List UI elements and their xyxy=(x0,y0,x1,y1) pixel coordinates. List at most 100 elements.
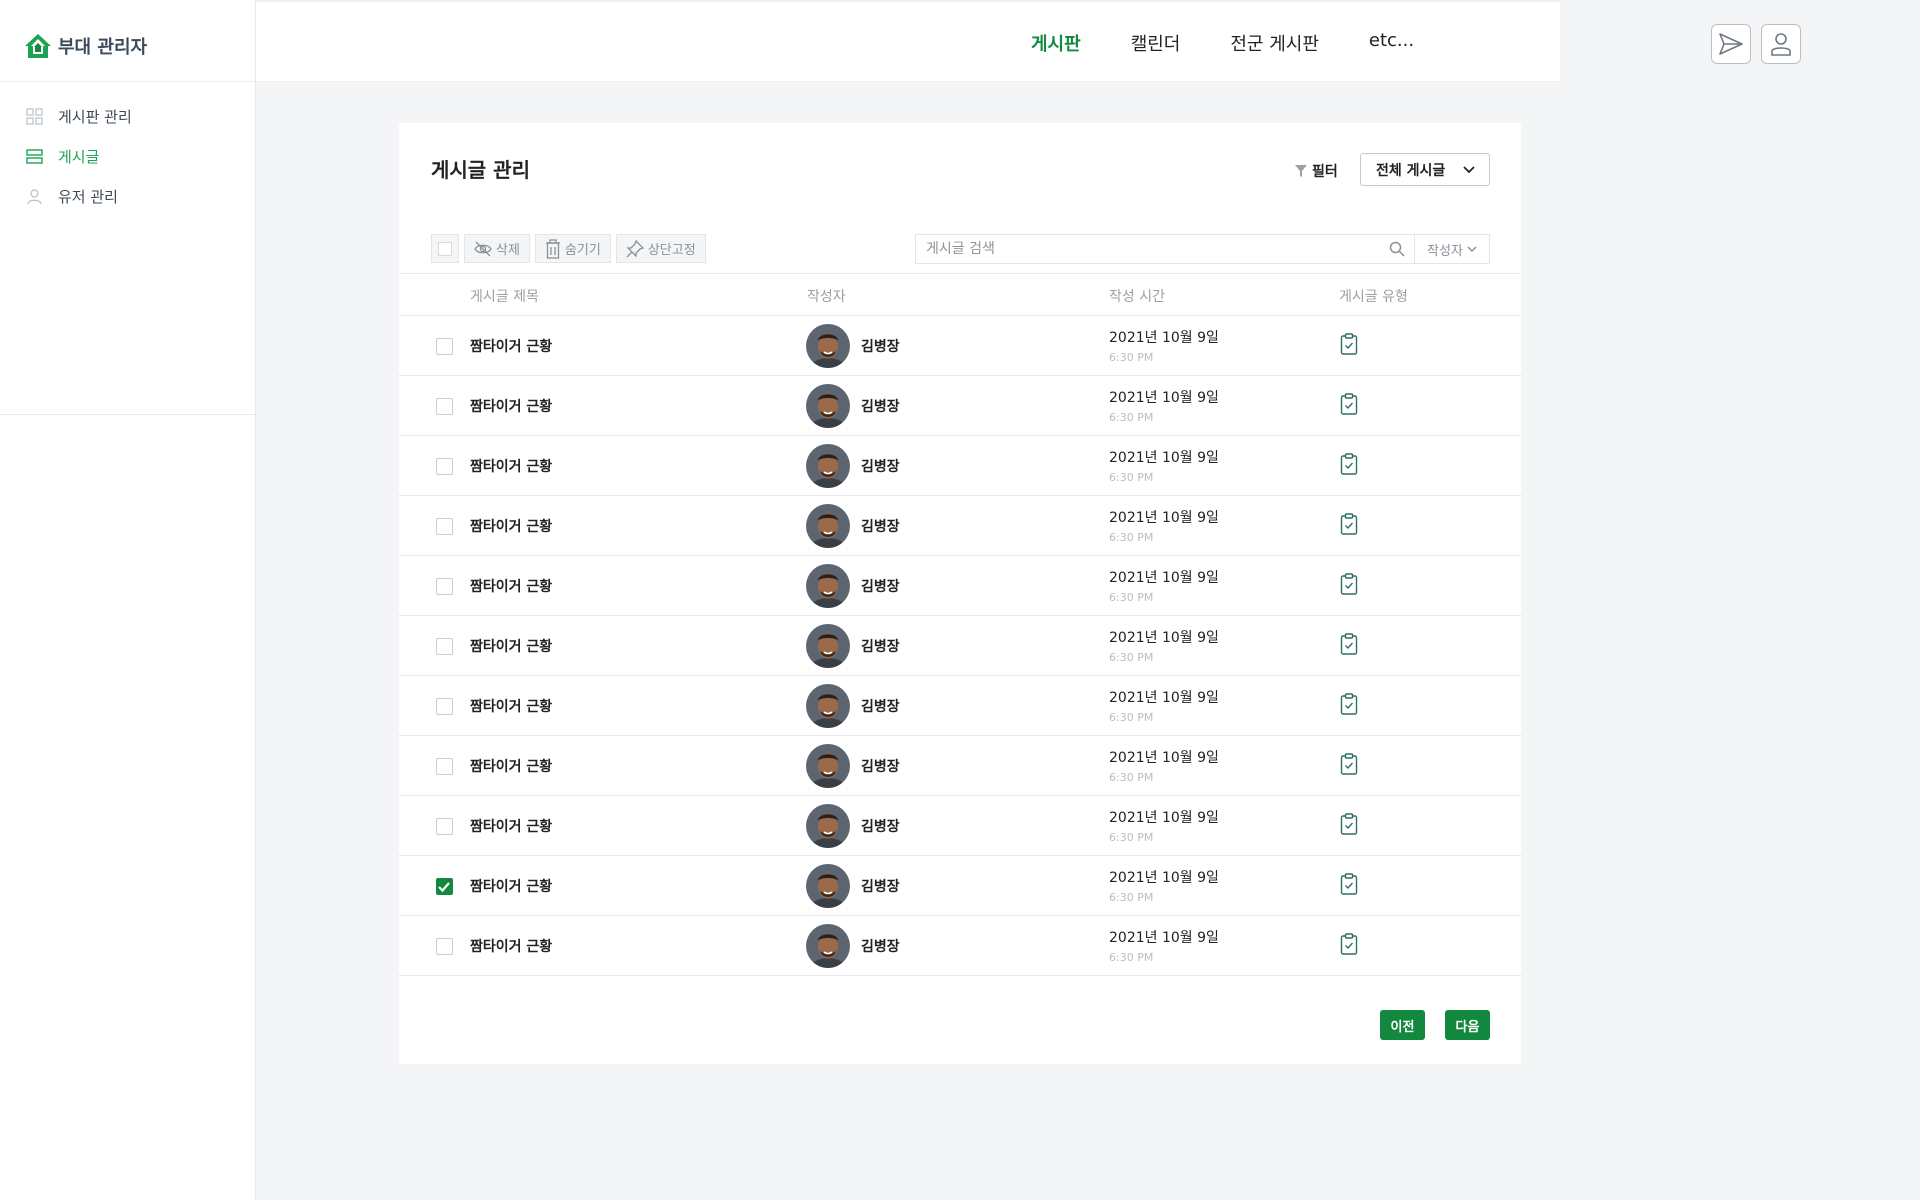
table-row[interactable]: 짬타이거 근황 김병장 2021년 10월 9일 6:30 PM xyxy=(399,916,1521,976)
table-row[interactable]: 짬타이거 근황 김병장 2021년 10월 9일 6:30 PM xyxy=(399,316,1521,376)
pin-icon xyxy=(626,239,644,258)
table-row[interactable]: 짬타이거 근황 김병장 2021년 10월 9일 6:30 PM xyxy=(399,556,1521,616)
post-author: 김병장 xyxy=(861,519,900,535)
search-input[interactable] xyxy=(916,235,1379,263)
check-icon xyxy=(438,882,450,893)
brand-logo[interactable]: 부대 관리자 xyxy=(24,33,147,59)
sidebar-item-posts[interactable]: 게시글 xyxy=(0,136,256,176)
column-header-type[interactable]: 게시글 유형 xyxy=(1339,286,1408,306)
post-search: 작성자 xyxy=(915,234,1490,264)
hide-label: 숨기기 xyxy=(564,243,601,258)
post-type-clipboard-icon xyxy=(1340,753,1358,779)
column-header-author[interactable]: 작성자 xyxy=(807,286,846,306)
next-page-button[interactable]: 다음 xyxy=(1445,1010,1490,1040)
post-title[interactable]: 짬타이거 근황 xyxy=(470,696,552,716)
post-title[interactable]: 짬타이거 근황 xyxy=(470,576,552,596)
avatar xyxy=(806,384,850,428)
table-row[interactable]: 짬타이거 근황 김병장 2021년 10월 9일 6:30 PM xyxy=(399,796,1521,856)
post-author: 김병장 xyxy=(861,819,900,835)
post-date: 2021년 10월 9일 xyxy=(1109,330,1219,346)
column-header-title[interactable]: 게시글 제목 xyxy=(470,286,539,306)
row-checkbox[interactable] xyxy=(436,698,453,715)
post-title[interactable]: 짬타이거 근황 xyxy=(470,636,552,656)
post-type-clipboard-icon xyxy=(1340,813,1358,839)
row-checkbox[interactable] xyxy=(436,338,453,355)
filter-button[interactable]: 필터 xyxy=(1295,161,1338,181)
main-nav: 게시판 캘린더 전군 게시판 etc... xyxy=(1031,30,1464,56)
post-author: 김병장 xyxy=(861,759,900,775)
table-row[interactable]: 짬타이거 근황 김병장 2021년 10월 9일 6:30 PM xyxy=(399,676,1521,736)
avatar xyxy=(806,744,850,788)
post-title[interactable]: 짬타이거 근황 xyxy=(470,396,552,416)
post-date: 2021년 10월 9일 xyxy=(1109,810,1219,826)
row-checkbox[interactable] xyxy=(436,758,453,775)
avatar xyxy=(806,624,850,668)
sidebar-item-user-management[interactable]: 유저 관리 xyxy=(0,176,256,216)
pin-label: 상단고정 xyxy=(647,243,696,258)
prev-page-button[interactable]: 이전 xyxy=(1380,1010,1425,1040)
chevron-down-icon xyxy=(1467,245,1477,252)
filter-label: 필터 xyxy=(1312,164,1338,180)
post-filter-select[interactable]: 전체 게시글 xyxy=(1360,153,1490,186)
post-time: 6:30 PM xyxy=(1109,831,1154,844)
search-author-select[interactable]: 작성자 xyxy=(1415,235,1489,263)
house-icon xyxy=(25,34,51,58)
table-row[interactable]: 짬타이거 근황 김병장 2021년 10월 9일 6:30 PM xyxy=(399,616,1521,676)
post-time: 6:30 PM xyxy=(1109,771,1154,784)
table-row[interactable]: 짬타이거 근황 김병장 2021년 10월 9일 6:30 PM xyxy=(399,436,1521,496)
nav-tab-all-army-board[interactable]: 전군 게시판 xyxy=(1230,30,1319,56)
row-checkbox[interactable] xyxy=(436,938,453,955)
row-checkbox[interactable] xyxy=(436,458,453,475)
post-title[interactable]: 짬타이거 근황 xyxy=(470,876,552,896)
post-type-clipboard-icon xyxy=(1340,453,1358,479)
post-author: 김병장 xyxy=(861,579,900,595)
top-actions xyxy=(1711,24,1801,64)
post-title[interactable]: 짬타이거 근황 xyxy=(470,936,552,956)
profile-button[interactable] xyxy=(1761,24,1801,64)
post-time: 6:30 PM xyxy=(1109,531,1154,544)
nav-tab-board[interactable]: 게시판 xyxy=(1031,30,1081,56)
row-checkbox[interactable] xyxy=(436,878,453,895)
row-checkbox[interactable] xyxy=(436,398,453,415)
table-row[interactable]: 짬타이거 근황 김병장 2021년 10월 9일 6:30 PM xyxy=(399,856,1521,916)
delete-button[interactable]: 삭제 xyxy=(464,234,530,263)
table-row[interactable]: 짬타이거 근황 김병장 2021년 10월 9일 6:30 PM xyxy=(399,496,1521,556)
post-title[interactable]: 짬타이거 근황 xyxy=(470,516,552,536)
sidebar-item-label: 유저 관리 xyxy=(58,187,118,206)
sidebar-nav: 게시판 관리 게시글 유저 관리 xyxy=(0,96,256,216)
row-checkbox[interactable] xyxy=(436,578,453,595)
post-date: 2021년 10월 9일 xyxy=(1109,570,1219,586)
table-row[interactable]: 짬타이거 근황 김병장 2021년 10월 9일 6:30 PM xyxy=(399,736,1521,796)
pin-to-top-button[interactable]: 상단고정 xyxy=(615,234,706,263)
post-time: 6:30 PM xyxy=(1109,471,1154,484)
post-title[interactable]: 짬타이거 근황 xyxy=(470,816,552,836)
row-checkbox[interactable] xyxy=(436,818,453,835)
post-author: 김병장 xyxy=(861,459,900,475)
nav-tab-calendar[interactable]: 캘린더 xyxy=(1131,30,1181,56)
post-title[interactable]: 짬타이거 근황 xyxy=(470,456,552,476)
page-title: 게시글 관리 xyxy=(431,158,530,182)
sidebar-item-label: 게시판 관리 xyxy=(58,107,132,126)
post-type-clipboard-icon xyxy=(1340,393,1358,419)
post-author: 김병장 xyxy=(861,699,900,715)
table-row[interactable]: 짬타이거 근황 김병장 2021년 10월 9일 6:30 PM xyxy=(399,376,1521,436)
post-type-clipboard-icon xyxy=(1340,693,1358,719)
row-checkbox[interactable] xyxy=(436,518,453,535)
top-navigation-bar: 게시판 캘린더 전군 게시판 etc... xyxy=(256,0,1801,82)
nav-tab-etc[interactable]: etc... xyxy=(1369,30,1414,56)
sidebar-top-divider xyxy=(0,81,256,82)
post-date: 2021년 10월 9일 xyxy=(1109,630,1219,646)
post-date: 2021년 10월 9일 xyxy=(1109,750,1219,766)
list-icon xyxy=(26,148,43,164)
search-button[interactable] xyxy=(1379,235,1415,263)
avatar xyxy=(806,924,850,968)
post-title[interactable]: 짬타이거 근황 xyxy=(470,336,552,356)
post-title[interactable]: 짬타이거 근황 xyxy=(470,756,552,776)
row-checkbox[interactable] xyxy=(436,638,453,655)
sidebar-item-board-management[interactable]: 게시판 관리 xyxy=(0,96,256,136)
select-all-checkbox[interactable] xyxy=(431,234,459,263)
column-header-time[interactable]: 작성 시간 xyxy=(1109,286,1165,306)
eye-off-icon xyxy=(474,241,492,256)
hide-button[interactable]: 숨기기 xyxy=(534,234,611,263)
send-button[interactable] xyxy=(1711,24,1751,64)
